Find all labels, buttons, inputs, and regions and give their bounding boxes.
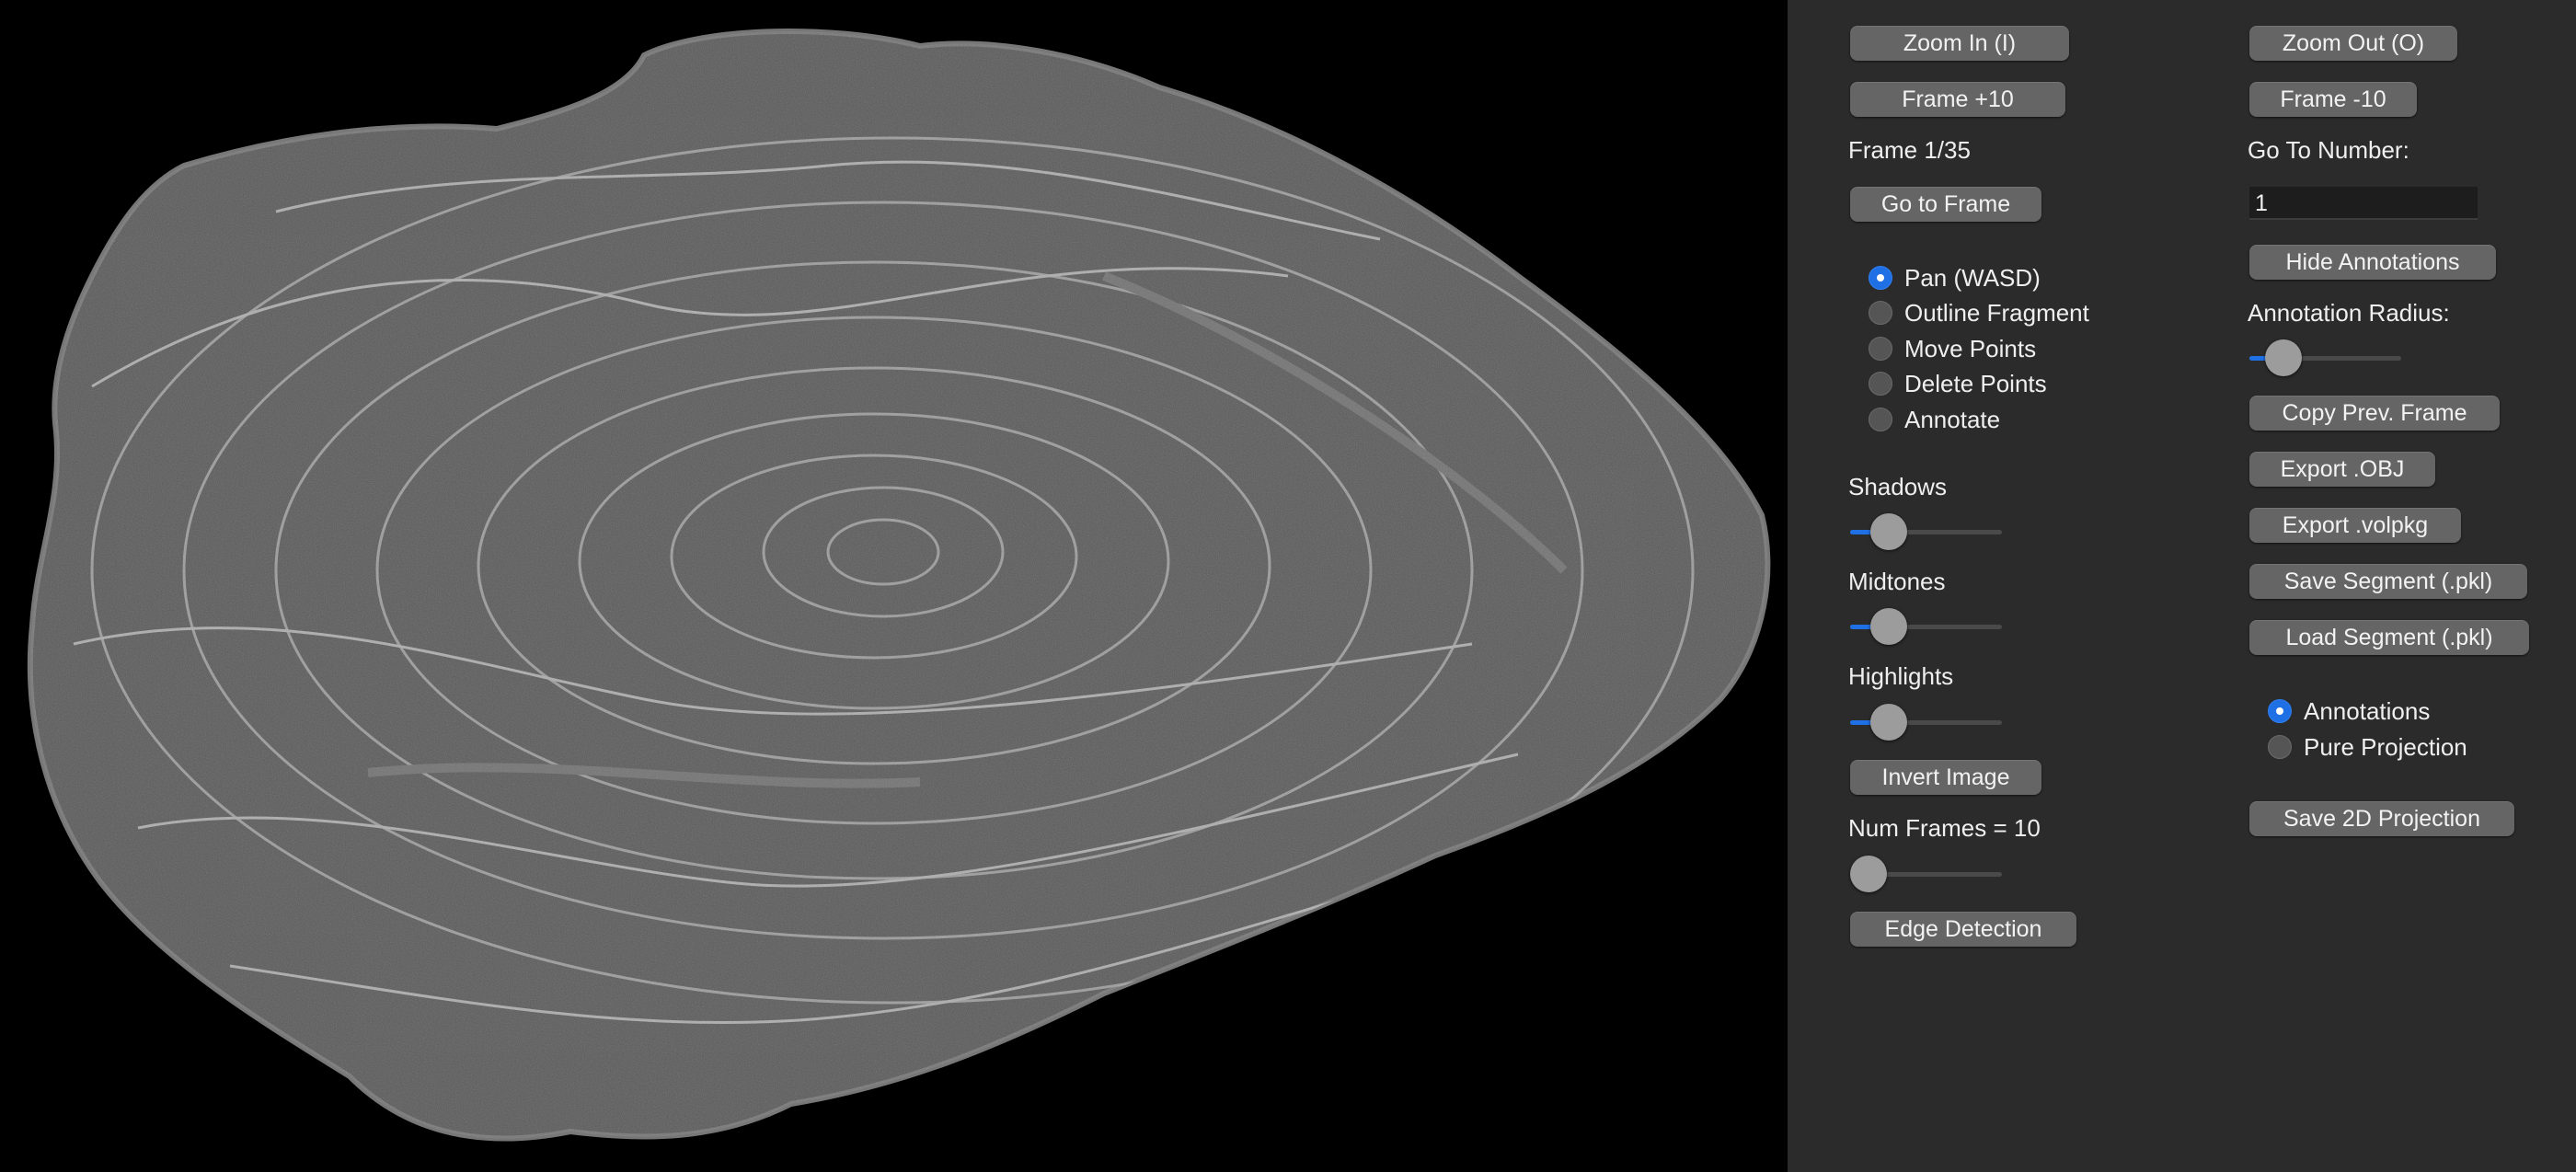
shadows-slider[interactable] <box>1850 513 2002 550</box>
annotation-radius-label: Annotation Radius: <box>2248 299 2450 327</box>
export-obj-button[interactable]: Export .OBJ <box>2249 452 2435 487</box>
go-to-number-label: Go To Number: <box>2248 136 2409 164</box>
radio-unselected-icon <box>1869 372 1892 396</box>
hide-annotations-button[interactable]: Hide Annotations <box>2249 245 2496 280</box>
mode-label: Delete Points <box>1904 370 2047 397</box>
frame-plus-10-button[interactable]: Frame +10 <box>1850 82 2065 117</box>
num-frames-label: Num Frames = 10 <box>1848 814 2041 842</box>
save-segment-button[interactable]: Save Segment (.pkl) <box>2249 564 2527 599</box>
image-viewer[interactable] <box>0 0 1788 1172</box>
go-to-number-input[interactable]: 1 <box>2249 187 2478 220</box>
export-volpkg-button[interactable]: Export .volpkg <box>2249 508 2461 543</box>
go-to-frame-button[interactable]: Go to Frame <box>1850 187 2041 222</box>
num-frames-slider[interactable] <box>1850 856 2002 892</box>
annotation-radius-slider[interactable] <box>2249 339 2401 376</box>
radio-unselected-icon <box>1869 408 1892 431</box>
slider-knob[interactable] <box>1870 513 1907 550</box>
view-label: Pure Projection <box>2304 733 2467 761</box>
slider-knob[interactable] <box>2265 339 2302 376</box>
load-segment-button[interactable]: Load Segment (.pkl) <box>2249 620 2529 655</box>
view-label: Annotations <box>2304 697 2431 725</box>
mode-label: Outline Fragment <box>1904 299 2089 327</box>
radio-unselected-icon <box>2268 735 2292 759</box>
midtones-slider[interactable] <box>1850 608 2002 645</box>
radio-selected-icon <box>2268 699 2292 723</box>
mode-label: Annotate <box>1904 406 2001 433</box>
invert-image-button[interactable]: Invert Image <box>1850 760 2041 795</box>
save-2d-projection-button[interactable]: Save 2D Projection <box>2249 801 2514 836</box>
midtones-label: Midtones <box>1848 568 1946 595</box>
radio-unselected-icon <box>1869 337 1892 361</box>
scroll-slice-image <box>0 0 1788 1172</box>
radio-selected-icon <box>1869 266 1892 290</box>
radio-unselected-icon <box>1869 301 1892 325</box>
zoom-out-button[interactable]: Zoom Out (O) <box>2249 26 2457 61</box>
slider-knob[interactable] <box>1870 608 1907 645</box>
slider-knob[interactable] <box>1870 704 1907 741</box>
mode-label: Move Points <box>1904 335 2037 362</box>
control-panel: Zoom In (I) Frame +10 Frame 1/35 Go to F… <box>1788 0 2576 1172</box>
slider-knob[interactable] <box>1850 856 1887 892</box>
copy-prev-frame-button[interactable]: Copy Prev. Frame <box>2249 396 2500 431</box>
highlights-slider[interactable] <box>1850 704 2002 741</box>
zoom-in-button[interactable]: Zoom In (I) <box>1850 26 2069 61</box>
frame-minus-10-button[interactable]: Frame -10 <box>2249 82 2417 117</box>
edge-detection-button[interactable]: Edge Detection <box>1850 912 2076 947</box>
mode-label: Pan (WASD) <box>1904 264 2041 292</box>
highlights-label: Highlights <box>1848 662 1954 690</box>
shadows-label: Shadows <box>1848 473 1947 500</box>
frame-status: Frame 1/35 <box>1848 136 1971 164</box>
